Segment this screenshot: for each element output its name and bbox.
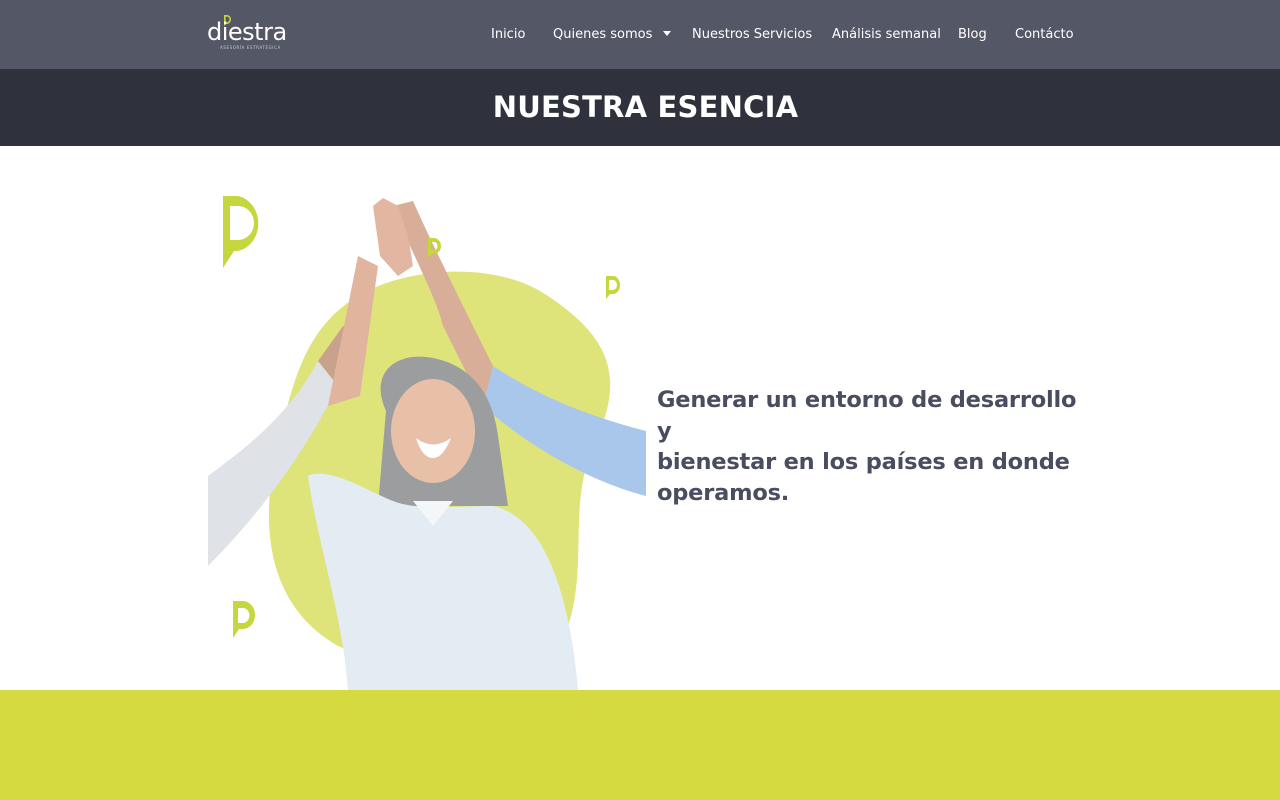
nav-item-analisis-semanal[interactable]: Análisis semanal — [832, 25, 941, 45]
brand-logo[interactable]: diestra ASESORÍA ESTRATÉGICA — [207, 14, 287, 54]
nav-item-servicios[interactable]: Nuestros Servicios — [692, 25, 812, 45]
caret-down-icon — [663, 31, 672, 36]
nav-item-contacto[interactable]: Contácto — [1015, 25, 1074, 45]
nav-item-quienes-somos[interactable]: Quienes somos — [553, 25, 672, 45]
brand-tagline: ASESORÍA ESTRATÉGICA — [220, 45, 281, 50]
top-navbar: diestra ASESORÍA ESTRATÉGICA Inicio Quie… — [0, 0, 1280, 69]
mission-statement: Generar un entorno de desarrollo y biene… — [657, 387, 1077, 506]
hero-image — [208, 146, 646, 690]
brand-name: diestra — [207, 18, 287, 46]
page-title: NUESTRA ESENCIA — [492, 90, 799, 124]
lime-section-band — [0, 690, 1280, 800]
nav-item-label: Quienes somos — [553, 27, 653, 42]
nav-item-inicio[interactable]: Inicio — [491, 25, 525, 45]
nav-item-blog[interactable]: Blog — [958, 25, 987, 45]
page-title-band: NUESTRA ESENCIA — [0, 69, 1280, 146]
